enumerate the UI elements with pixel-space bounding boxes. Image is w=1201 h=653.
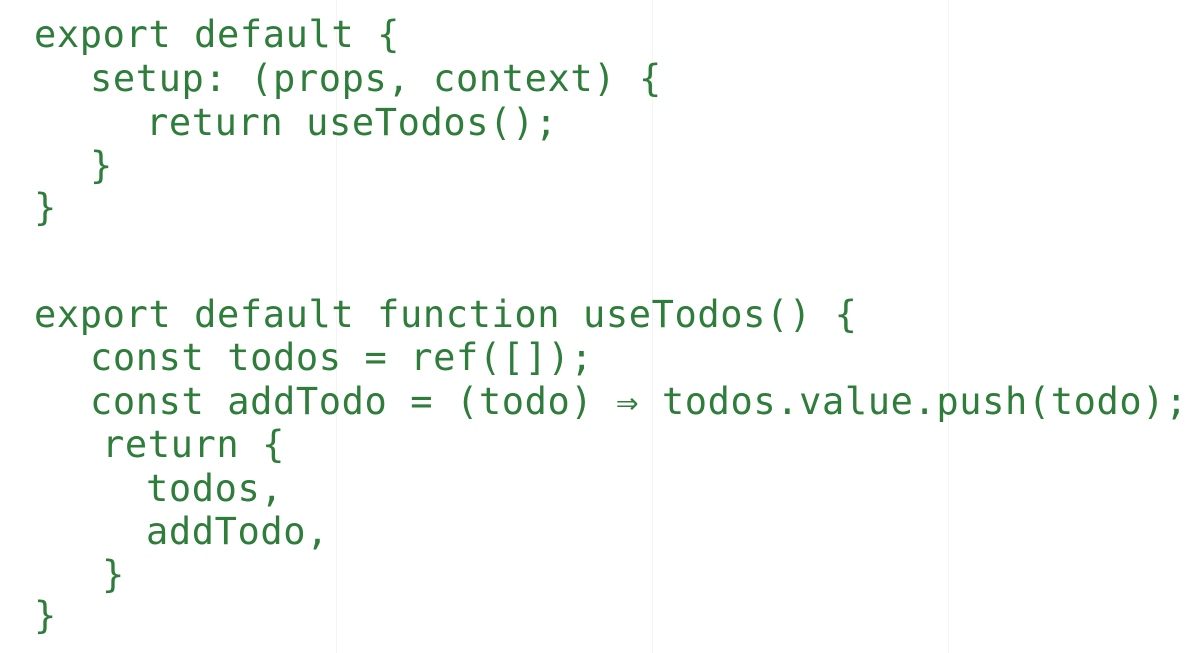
code-line-11: addTodo,: [146, 510, 330, 553]
code-line-1: export default {: [34, 13, 401, 56]
code-line-10: todos,: [146, 467, 284, 510]
code-line-2: setup: (props, context) {: [90, 57, 662, 100]
code-line-9: return {: [102, 423, 286, 466]
code-line-3: return useTodos();: [146, 101, 558, 144]
code-line-6: export default function useTodos() {: [34, 293, 858, 336]
code-view: export default { setup: (props, context)…: [0, 0, 1201, 653]
code-line-13: }: [34, 594, 57, 637]
code-line-7: const todos = ref([]);: [90, 336, 594, 379]
code-line-8: const addTodo = (todo) ⇒ todos.value.pus…: [90, 380, 1189, 423]
code-line-5: }: [34, 186, 57, 229]
code-line-12: }: [102, 553, 125, 596]
code-line-4: }: [90, 144, 113, 187]
